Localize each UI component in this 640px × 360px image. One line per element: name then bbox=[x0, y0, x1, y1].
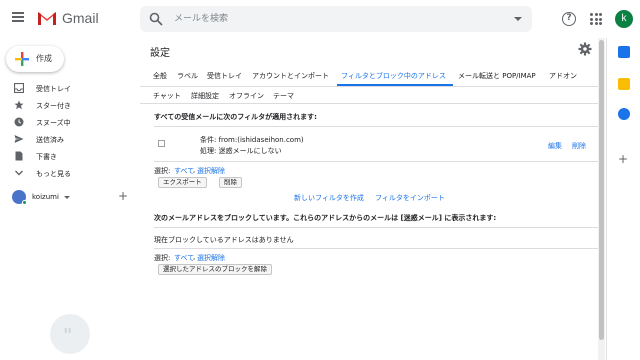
tab-labels[interactable]: ラベル bbox=[177, 71, 198, 81]
tab-inbox[interactable]: 受信トレイ bbox=[207, 71, 242, 81]
tasks-icon[interactable] bbox=[618, 108, 630, 120]
keep-icon[interactable] bbox=[618, 78, 630, 90]
filters-heading: すべての受信メールに次のフィルタが適用されます: bbox=[154, 113, 317, 121]
filter-delete-link[interactable]: 削除 bbox=[572, 141, 586, 151]
sidebar-item-inbox[interactable]: 受信トレイ bbox=[0, 80, 130, 97]
tab-filters-blocked[interactable]: フィルタとブロック中のアドレス bbox=[341, 71, 446, 81]
sidebar-item-label: スヌーズ中 bbox=[36, 119, 71, 127]
comma-separator: , bbox=[193, 253, 196, 261]
inbox-icon bbox=[14, 83, 24, 93]
add-contact-icon[interactable]: + bbox=[118, 189, 128, 203]
select-label: 選択: bbox=[154, 254, 171, 262]
tab-forwarding-pop-imap[interactable]: メール転送と POP/IMAP bbox=[458, 71, 536, 81]
star-icon bbox=[14, 100, 24, 110]
send-icon bbox=[14, 135, 24, 143]
scrollbar[interactable] bbox=[598, 38, 605, 360]
sidebar-item-drafts[interactable]: 下書き bbox=[0, 148, 130, 165]
delete-button[interactable]: 削除 bbox=[219, 177, 242, 188]
chevron-down-icon[interactable] bbox=[64, 196, 70, 199]
clock-icon bbox=[14, 117, 24, 127]
sidebar-nav: 受信トレイ スター付き スヌーズ中 送信済み 下書き もっと見る bbox=[0, 80, 130, 182]
plus-icon bbox=[15, 52, 29, 66]
calendar-icon[interactable] bbox=[618, 46, 630, 58]
search-icon[interactable] bbox=[149, 12, 163, 26]
search-options-icon[interactable] bbox=[514, 17, 522, 21]
tab-accounts-import[interactable]: アカウントとインポート bbox=[252, 71, 329, 81]
online-status-icon bbox=[22, 200, 27, 205]
select-all-link[interactable]: すべて bbox=[174, 166, 194, 176]
tab-advanced[interactable]: 詳細設定 bbox=[191, 91, 219, 101]
sidebar-item-label: スター付き bbox=[36, 102, 71, 110]
blocked-empty-message: 現在ブロックしているアドレスはありません bbox=[154, 236, 294, 244]
settings-panel: 設定 全般 ラベル 受信トレイ アカウントとインポート フィルタとブロック中のア… bbox=[140, 38, 605, 360]
divider bbox=[154, 161, 602, 162]
import-filter-link[interactable]: フィルタをインポート bbox=[375, 193, 445, 203]
divider bbox=[154, 126, 602, 127]
select-all-link[interactable]: すべて bbox=[174, 253, 194, 263]
sidebar-item-label: 受信トレイ bbox=[36, 85, 71, 93]
sidebar-item-label: 送信済み bbox=[36, 136, 64, 144]
select-none-link[interactable]: 選択解除 bbox=[197, 166, 225, 176]
tab-chat[interactable]: チャット bbox=[153, 91, 181, 101]
sidebar-item-label: 下書き bbox=[36, 153, 57, 161]
export-button[interactable]: エクスポート bbox=[158, 177, 207, 188]
chevron-down-icon bbox=[15, 170, 23, 176]
search-input[interactable] bbox=[174, 9, 494, 29]
divider bbox=[154, 248, 602, 249]
gmail-window: Gmail ? k 作成 受信トレイ bbox=[0, 0, 640, 360]
sidebar-item-snoozed[interactable]: スヌーズ中 bbox=[0, 114, 130, 131]
gmail-logo-icon[interactable] bbox=[37, 10, 57, 26]
tabs-divider bbox=[140, 86, 605, 87]
menu-icon[interactable] bbox=[12, 12, 24, 22]
compose-label: 作成 bbox=[36, 54, 52, 63]
unblock-button[interactable]: 選択したアドレスのブロックを解除 bbox=[158, 264, 272, 275]
brand-name: Gmail bbox=[62, 10, 99, 26]
top-bar: Gmail ? k bbox=[0, 0, 640, 38]
user-name: koizumi bbox=[32, 193, 59, 201]
tab-addons[interactable]: アドオン bbox=[549, 71, 577, 81]
tab-offline[interactable]: オフライン bbox=[229, 91, 264, 101]
filter-edit-link[interactable]: 編集 bbox=[548, 141, 562, 151]
select-label: 選択: bbox=[154, 167, 171, 175]
hangouts-placeholder-icon: " bbox=[50, 314, 90, 354]
comma-separator: , bbox=[193, 166, 196, 174]
account-avatar[interactable]: k bbox=[615, 10, 633, 28]
hangouts-user[interactable]: koizumi + bbox=[12, 189, 132, 206]
sidebar-item-starred[interactable]: スター付き bbox=[0, 97, 130, 114]
sidebar-item-sent[interactable]: 送信済み bbox=[0, 131, 130, 148]
create-filter-link[interactable]: 新しいフィルタを作成 bbox=[294, 193, 364, 203]
tabs-divider bbox=[140, 103, 605, 104]
scrollbar-thumb[interactable] bbox=[599, 40, 604, 340]
filter-checkbox[interactable] bbox=[158, 140, 165, 147]
side-panel: + bbox=[606, 38, 640, 360]
add-addon-icon[interactable]: + bbox=[618, 152, 628, 166]
search-bar[interactable] bbox=[140, 6, 532, 32]
filter-action: 処理: 迷惑メールにしない bbox=[200, 147, 282, 155]
help-icon[interactable]: ? bbox=[562, 12, 576, 26]
divider bbox=[154, 227, 602, 228]
filter-condition: 条件: from:(ishidaseihon.com) bbox=[200, 136, 304, 144]
blocked-heading: 次のメールアドレスをブロックしています。これらのアドレスからのメールは [迷惑メ… bbox=[154, 214, 497, 222]
sidebar-item-label: もっと見る bbox=[36, 170, 71, 178]
tab-general[interactable]: 全般 bbox=[153, 71, 167, 81]
draft-icon bbox=[15, 151, 23, 161]
gear-icon[interactable] bbox=[578, 42, 592, 56]
page-title: 設定 bbox=[150, 48, 170, 59]
apps-icon[interactable] bbox=[590, 13, 602, 25]
select-none-link[interactable]: 選択解除 bbox=[197, 253, 225, 263]
sidebar-item-more[interactable]: もっと見る bbox=[0, 165, 130, 182]
tab-themes[interactable]: テーマ bbox=[273, 91, 294, 101]
compose-button[interactable]: 作成 bbox=[6, 46, 64, 72]
